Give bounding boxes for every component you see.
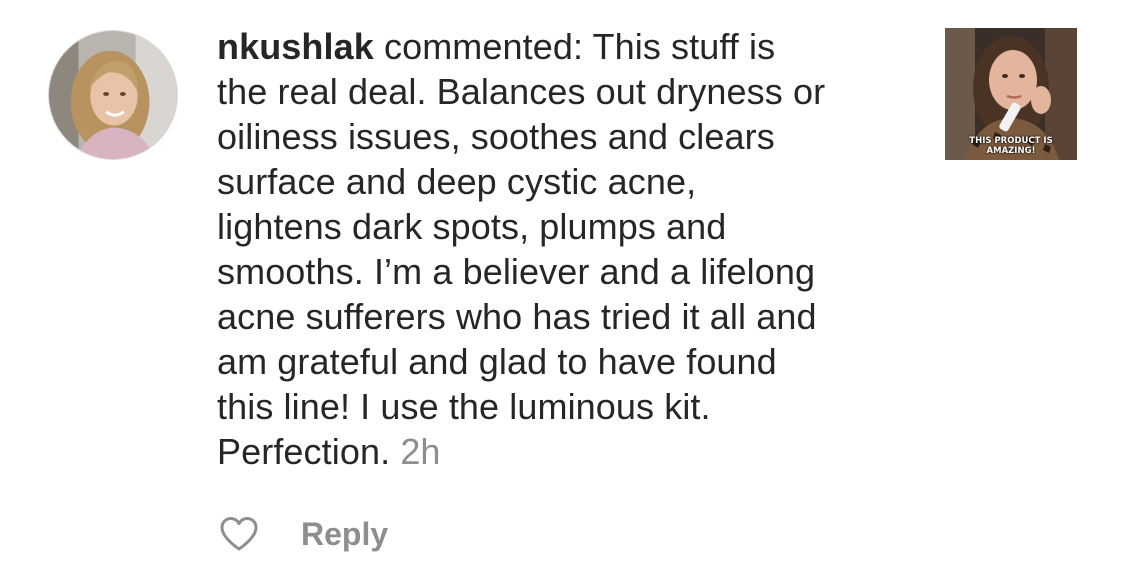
comment-actions: Reply — [219, 512, 388, 556]
comment-text: smooths. I’m a believer and a lifelong — [217, 251, 816, 292]
comment-text: am grateful and glad to have found — [217, 341, 777, 382]
avatar[interactable] — [48, 30, 178, 160]
comment-text: Perfection. — [217, 431, 391, 472]
comment-text: This stuff is — [592, 26, 776, 67]
heart-outline-icon[interactable] — [219, 516, 259, 552]
comment-line-1: nkushlak commented: This stuff is — [217, 24, 917, 69]
username-link[interactable]: nkushlak — [217, 26, 374, 67]
comment-verb: commented: — [383, 26, 584, 67]
comment-text: the real deal. Balances out dryness or — [217, 71, 826, 112]
avatar-photo — [49, 31, 177, 159]
thumbnail-caption-line: AMAZING! — [986, 146, 1036, 156]
comment-text: oiliness issues, soothes and clears — [217, 116, 775, 157]
reply-button[interactable]: Reply — [301, 516, 388, 553]
thumbnail-caption: THIS PRODUCT IS AMAZING! — [945, 136, 1077, 156]
comment-body: nkushlak commented: This stuff is the re… — [217, 24, 917, 474]
comment-text: lightens dark spots, plumps and — [217, 206, 727, 247]
post-thumbnail[interactable]: THIS PRODUCT IS AMAZING! — [945, 28, 1077, 160]
comment-text: acne sufferers who has tried it all and — [217, 296, 817, 337]
comment-line-last: Perfection. 2h — [217, 429, 917, 474]
comment-text: surface and deep cystic acne, — [217, 161, 697, 202]
thumbnail-caption-line: THIS PRODUCT IS — [969, 136, 1053, 146]
timestamp[interactable]: 2h — [400, 431, 440, 472]
comment-text: this line! I use the luminous kit. — [217, 386, 711, 427]
